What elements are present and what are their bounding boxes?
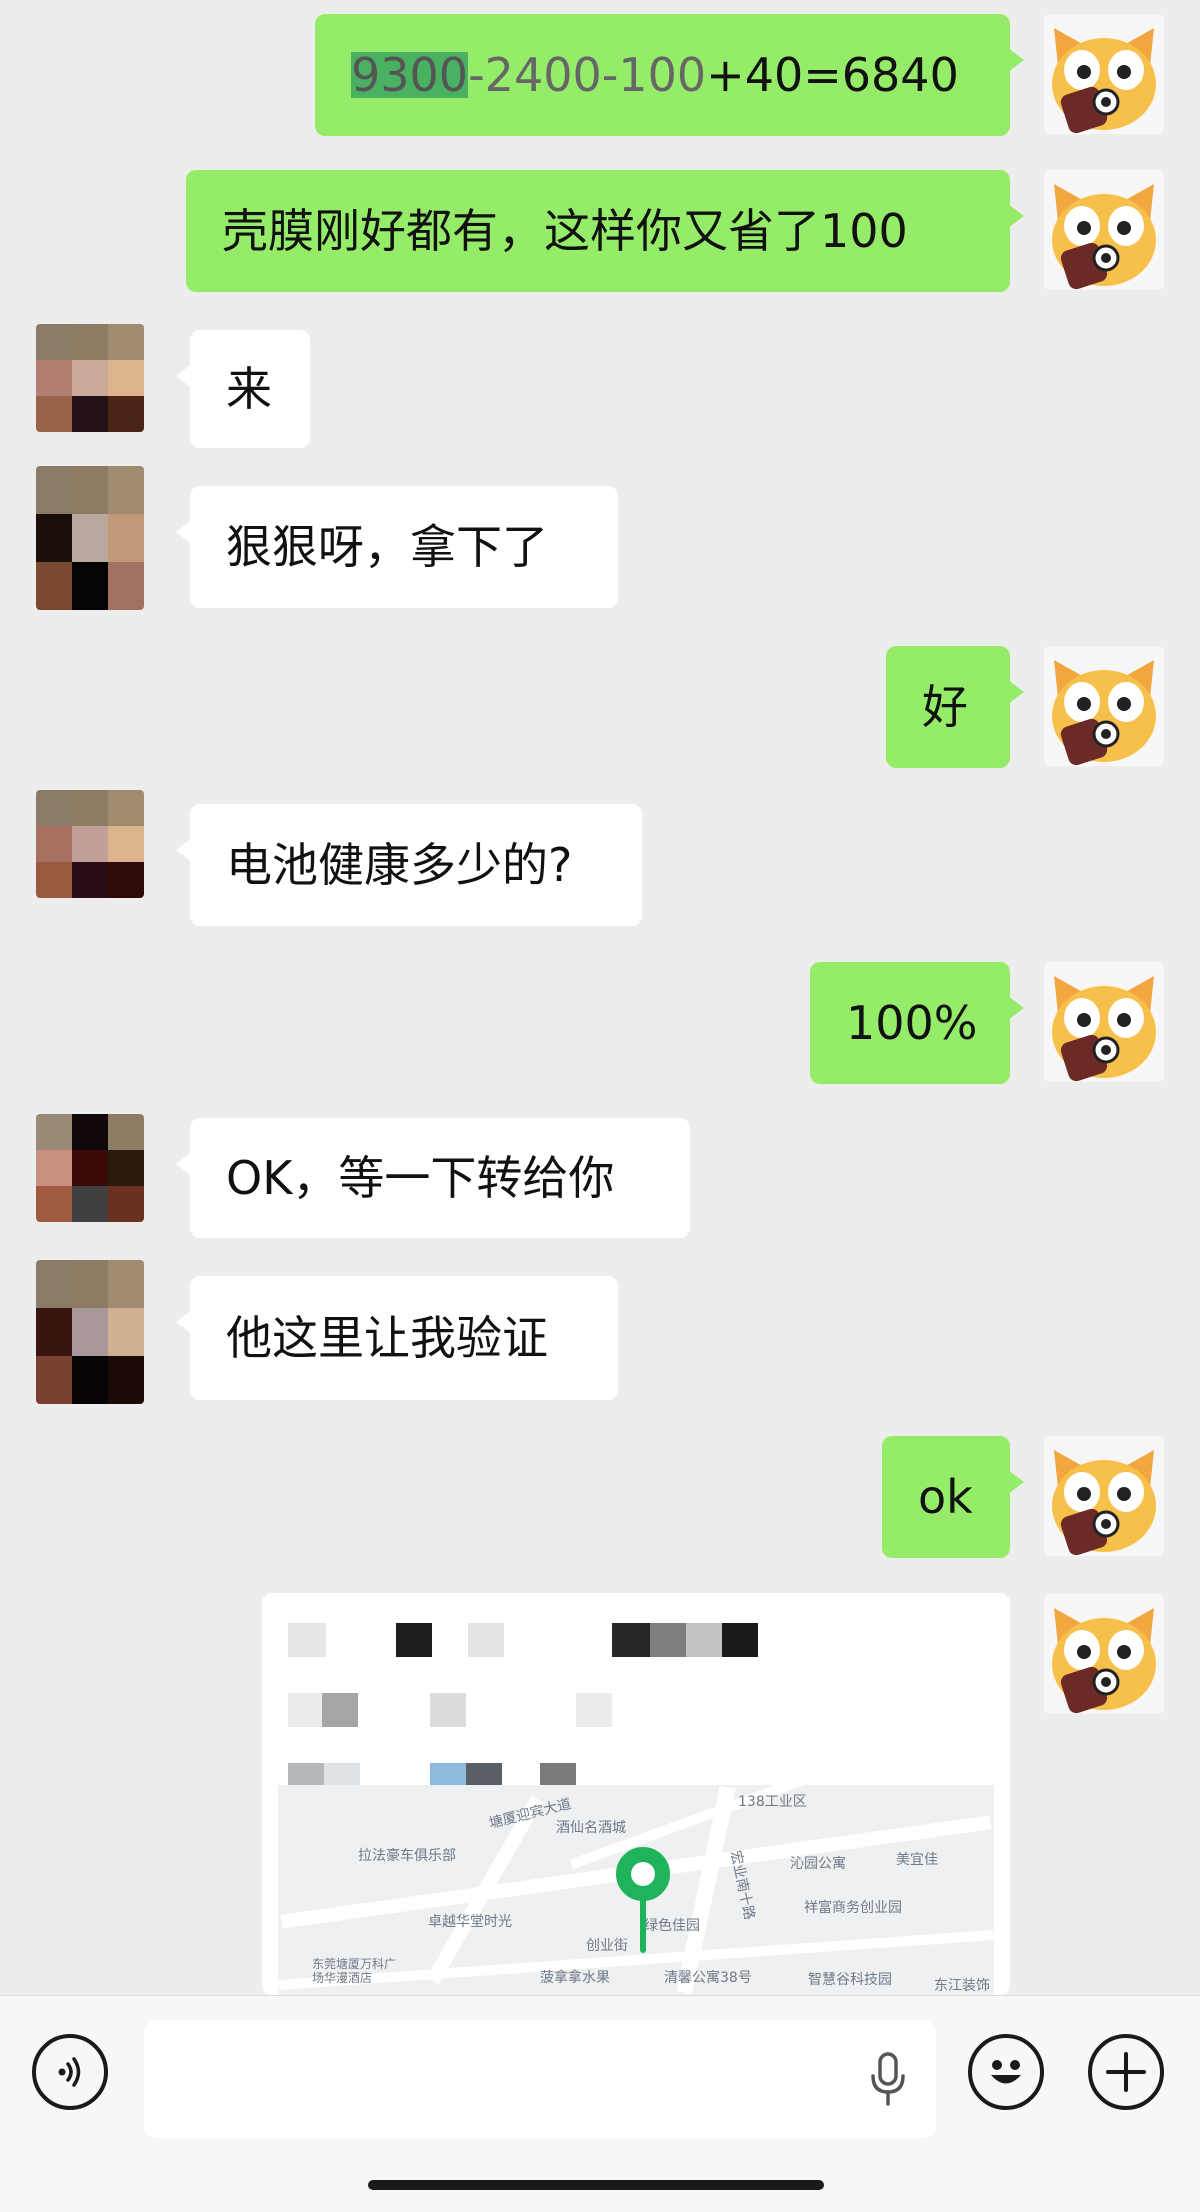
message-bubble-sent[interactable]: ok: [882, 1436, 1024, 1558]
avatar-contact[interactable]: [36, 324, 144, 432]
avatar-self[interactable]: [1044, 1594, 1164, 1714]
cat-sticker-icon: [1044, 170, 1164, 290]
redacted-block: [430, 1693, 466, 1727]
plus-button[interactable]: [1088, 2034, 1164, 2110]
map-label: 创业街: [586, 1938, 628, 1954]
emoji-button[interactable]: [968, 2034, 1044, 2110]
highlighted-number: 9300: [351, 48, 469, 102]
message-bubble-received[interactable]: 电池健康多少的?: [176, 804, 642, 926]
avatar-self[interactable]: [1044, 170, 1164, 290]
message-bubble-sent[interactable]: 100%: [810, 962, 1024, 1084]
avatar-self[interactable]: [1044, 14, 1164, 134]
message-bubble-received[interactable]: 狠狠呀，拿下了: [176, 486, 618, 608]
location-card[interactable]: 138工业区 酒仙名酒城 拉法豪车俱乐部 卓越华堂时光 沁园公寓 美宜佳 祥富商…: [262, 1593, 1010, 1995]
message-bubble-received[interactable]: 来: [176, 330, 310, 448]
cat-sticker-icon: [1044, 962, 1164, 1082]
map-label: 祥富商务创业园: [804, 1900, 902, 1916]
map-label: 东江装饰: [934, 1978, 990, 1994]
map-label: 清馨公寓38号: [664, 1970, 752, 1986]
redacted-block: [576, 1693, 612, 1727]
redacted-block: [612, 1623, 650, 1657]
message-row: 来: [0, 324, 1200, 448]
message-row: 好: [0, 646, 1200, 768]
message-bubble-received[interactable]: OK，等一下转给你: [176, 1118, 690, 1238]
chat-history[interactable]: 9300-2400-100+40=6840 壳膜刚好都有，这样你又省了100: [0, 0, 1200, 1995]
message-row: 壳膜刚好都有，这样你又省了100: [0, 170, 1200, 292]
map-label: 卓越华堂时光: [428, 1914, 512, 1930]
message-bubble-sent[interactable]: 好: [886, 646, 1024, 768]
message-row: ok: [0, 1436, 1200, 1558]
message-row: 100%: [0, 962, 1200, 1084]
redacted-block: [288, 1693, 322, 1727]
plus-icon: [1106, 2052, 1146, 2092]
location-map[interactable]: 138工业区 酒仙名酒城 拉法豪车俱乐部 卓越华堂时光 沁园公寓 美宜佳 祥富商…: [278, 1785, 994, 1995]
redacted-block: [686, 1623, 722, 1657]
message-row: 狠狠呀，拿下了: [0, 466, 1200, 610]
map-label: 美宜佳: [896, 1852, 938, 1868]
avatar-self[interactable]: [1044, 1436, 1164, 1556]
cat-sticker-icon: [1044, 1594, 1164, 1714]
map-label: 拉法豪车俱乐部: [358, 1848, 456, 1864]
cat-sticker-icon: [1044, 646, 1164, 766]
cat-sticker-icon: [1044, 1436, 1164, 1556]
map-label: 东莞塘厦万科广场华漫酒店: [312, 1957, 397, 1985]
message-row: 电池健康多少的?: [0, 790, 1200, 926]
message-row: OK，等一下转给你: [0, 1114, 1200, 1238]
avatar-contact[interactable]: [36, 1114, 144, 1222]
cat-sticker-icon: [1044, 14, 1164, 134]
message-text-part: -2400-100: [468, 48, 707, 102]
home-indicator[interactable]: [368, 2180, 824, 2190]
message-bubble-sent[interactable]: 9300 -2400-100 +40=6840: [315, 14, 1024, 136]
map-label: 绿色佳园: [644, 1918, 700, 1934]
message-text-part: +40=6840: [706, 48, 959, 102]
location-pin-icon: [616, 1847, 670, 1901]
map-label: 138工业区: [738, 1794, 807, 1810]
redacted-block: [322, 1693, 358, 1727]
message-bubble-sent[interactable]: 壳膜刚好都有，这样你又省了100: [186, 170, 1024, 292]
message-row: 9300 -2400-100 +40=6840: [0, 14, 1200, 136]
avatar-contact[interactable]: [36, 790, 144, 898]
map-label: 沁园公寓: [790, 1856, 846, 1872]
redacted-block: [468, 1623, 504, 1657]
message-row: 他这里让我验证: [0, 1260, 1200, 1404]
microphone-icon[interactable]: [868, 2052, 908, 2106]
message-text: 他这里让我验证: [226, 1311, 548, 1365]
redacted-block: [650, 1623, 686, 1657]
emoji-icon: [991, 2060, 1021, 2084]
location-pin-stem: [640, 1895, 646, 1953]
message-input[interactable]: [144, 2020, 936, 2138]
avatar-self[interactable]: [1044, 962, 1164, 1082]
map-label: 酒仙名酒城: [556, 1820, 626, 1836]
voice-button[interactable]: [32, 2034, 108, 2110]
avatar-contact[interactable]: [36, 466, 144, 610]
map-label: 菠拿拿水果: [540, 1970, 610, 1986]
redacted-block: [722, 1623, 758, 1657]
voice-icon: [58, 2057, 81, 2087]
redacted-block: [396, 1623, 432, 1657]
input-bar: [0, 1995, 1200, 2212]
message-bubble-received[interactable]: 他这里让我验证: [176, 1276, 618, 1400]
map-label: 智慧谷科技园: [808, 1972, 892, 1988]
redacted-block: [288, 1623, 326, 1657]
avatar-contact[interactable]: [36, 1260, 144, 1404]
avatar-self[interactable]: [1044, 646, 1164, 766]
